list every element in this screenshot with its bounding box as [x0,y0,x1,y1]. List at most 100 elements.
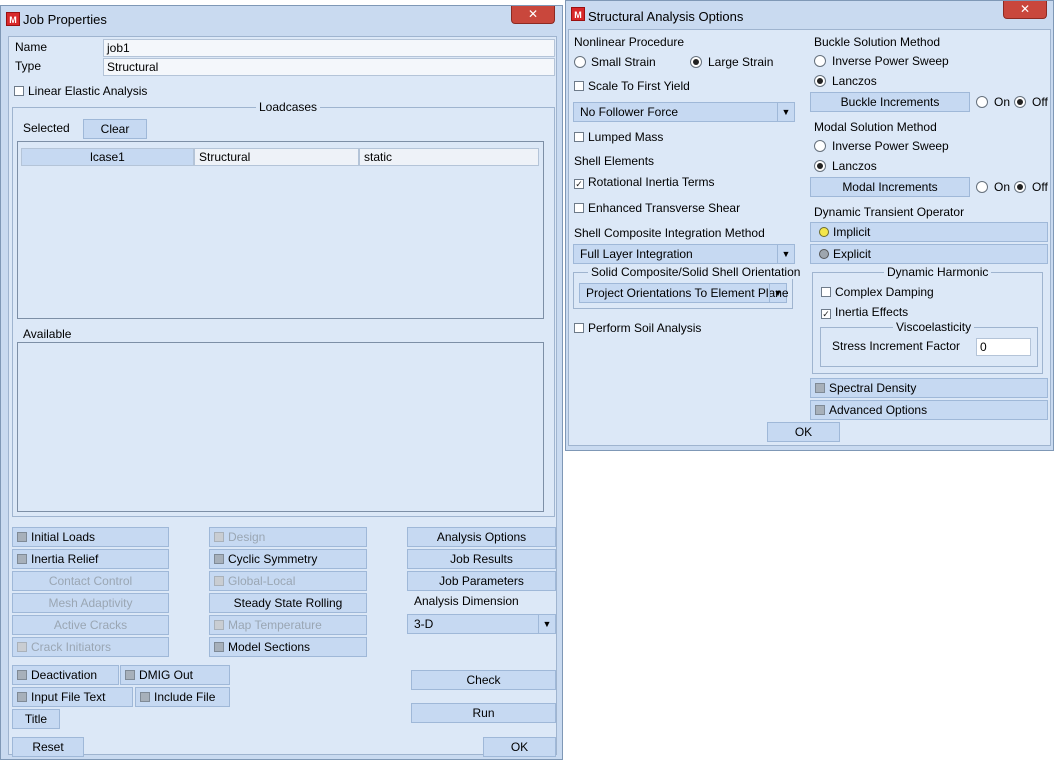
modal-inverse-power-radio[interactable] [814,140,826,152]
checkbox-icon [125,670,135,680]
steady-state-rolling-button[interactable]: Steady State Rolling [209,593,367,613]
checkbox-icon [574,132,584,142]
job-results-button[interactable]: Job Results [407,549,556,569]
checkbox-icon [574,203,584,213]
inertia-effects-checkbox[interactable]: ✓ Inertia Effects [821,305,908,319]
advanced-options-button[interactable]: Advanced Options [810,400,1048,420]
chevron-down-icon: ▼ [777,245,794,263]
enhanced-shear-checkbox[interactable]: Enhanced Transverse Shear [574,201,740,215]
implicit-indicator-icon [819,227,829,237]
table-row[interactable]: lcase1 Structural static [21,148,539,166]
dynamic-harmonic-group: Dynamic Harmonic Complex Damping ✓ Inerti… [812,265,1043,374]
small-strain-radio[interactable] [574,56,586,68]
name-field[interactable]: job1 [103,39,555,57]
checkbox-icon [17,670,27,680]
lumped-mass-checkbox[interactable]: Lumped Mass [574,130,663,144]
inertia-relief-button[interactable]: Inertia Relief [12,549,169,569]
buckle-on-radio[interactable] [976,96,988,108]
buckle-off-radio[interactable] [1014,96,1026,108]
close-button[interactable]: ✕ [1003,1,1047,19]
analysis-dimension-value: 3-D [414,617,434,631]
crack-initiators-button[interactable]: Crack Initiators [12,637,169,657]
viscoelasticity-group-label: Viscoelasticity [893,320,975,334]
title-button[interactable]: Title [12,709,60,729]
analysis-options-button[interactable]: Analysis Options [407,527,556,547]
spectral-density-button[interactable]: Spectral Density [810,378,1048,398]
close-button[interactable]: ✕ [511,6,555,24]
sao-titlebar: M Structural Analysis Options ✕ [566,1,1053,29]
stress-increment-label: Stress Increment Factor [832,339,961,353]
modal-off-radio[interactable] [1014,181,1026,193]
checkbox-icon [574,81,584,91]
inertia-relief-label: Inertia Relief [31,552,99,566]
dmig-out-button[interactable]: DMIG Out [120,665,230,685]
implicit-option[interactable]: Implicit [810,222,1048,242]
deactivation-label: Deactivation [31,668,98,682]
follower-force-value: No Follower Force [580,105,679,119]
buckle-inverse-power-radio[interactable] [814,55,826,67]
run-button[interactable]: Run [411,703,556,723]
window-title: Structural Analysis Options [588,9,744,24]
linear-elastic-checkbox[interactable]: Linear Elastic Analysis [14,84,147,98]
nonlinear-procedure-label: Nonlinear Procedure [574,35,685,49]
loadcases-group: Loadcases Selected Clear lcase1 Structur… [12,100,555,517]
checkbox-icon [17,554,27,564]
buckle-lanczos-radio[interactable] [814,75,826,87]
scale-first-yield-checkbox[interactable]: Scale To First Yield [574,79,690,93]
project-orientations-dropdown[interactable]: Project Orientations To Element Plane ▼ [579,283,789,303]
dmig-out-label: DMIG Out [139,668,194,682]
checkbox-icon [17,532,27,542]
buckle-inverse-power-label: Inverse Power Sweep [832,54,949,68]
selected-list: lcase1 Structural static [17,141,544,319]
loadcase-type-cell: Structural [194,148,359,166]
modal-lanczos-label: Lanczos [832,159,877,173]
shell-composite-value: Full Layer Integration [580,247,693,261]
model-sections-button[interactable]: Model Sections [209,637,367,657]
clear-button[interactable]: Clear [83,119,147,139]
ok-button[interactable]: OK [483,737,556,757]
modal-increments-button[interactable]: Modal Increments [810,177,970,197]
perform-soil-checkbox[interactable]: Perform Soil Analysis [574,321,701,335]
check-button[interactable]: Check [411,670,556,690]
ok-button[interactable]: OK [767,422,840,442]
input-file-text-button[interactable]: Input File Text [12,687,133,707]
available-list[interactable] [17,342,544,512]
modal-lanczos-radio[interactable] [814,160,826,172]
dynamic-harmonic-group-label: Dynamic Harmonic [884,265,992,279]
job-parameters-button[interactable]: Job Parameters [407,571,556,591]
contact-control-button[interactable]: Contact Control [12,571,169,591]
shell-composite-method-label: Shell Composite Integration Method [574,226,765,240]
model-sections-label: Model Sections [228,640,311,654]
active-cracks-button[interactable]: Active Cracks [12,615,169,635]
available-label: Available [23,327,72,341]
type-label: Type [15,59,42,73]
follower-force-dropdown[interactable]: No Follower Force ▼ [573,102,795,122]
deactivation-button[interactable]: Deactivation [12,665,119,685]
reset-button[interactable]: Reset [12,737,84,757]
chevron-down-icon: ▼ [769,284,786,302]
initial-loads-button[interactable]: Initial Loads [12,527,169,547]
large-strain-radio[interactable] [690,56,702,68]
explicit-label: Explicit [833,247,872,261]
modal-on-radio[interactable] [976,181,988,193]
explicit-option[interactable]: Explicit [810,244,1048,264]
modal-off-label: Off [1032,180,1048,194]
complex-damping-checkbox[interactable]: Complex Damping [821,285,934,299]
buckle-increments-button[interactable]: Buckle Increments [810,92,970,112]
shell-composite-dropdown[interactable]: Full Layer Integration ▼ [573,244,795,264]
modal-method-label: Modal Solution Method [814,120,937,134]
global-local-button[interactable]: Global-Local [209,571,367,591]
structural-analysis-options-window: M Structural Analysis Options ✕ Nonlinea… [565,0,1054,451]
map-temperature-button[interactable]: Map Temperature [209,615,367,635]
stress-increment-input[interactable]: 0 [976,338,1031,356]
marc-logo-icon: M [571,7,585,21]
project-orientations-value: Project Orientations To Element Plane [586,286,789,300]
include-file-button[interactable]: Include File [135,687,230,707]
buckle-method-label: Buckle Solution Method [814,35,941,49]
cyclic-symmetry-button[interactable]: Cyclic Symmetry [209,549,367,569]
design-button[interactable]: Design [209,527,367,547]
rotational-inertia-checkbox[interactable]: ✓ Rotational Inertia Terms [574,175,715,189]
loadcase-subtype-cell: static [359,148,539,166]
analysis-dimension-dropdown[interactable]: 3-D ▼ [407,614,556,634]
mesh-adaptivity-button[interactable]: Mesh Adaptivity [12,593,169,613]
